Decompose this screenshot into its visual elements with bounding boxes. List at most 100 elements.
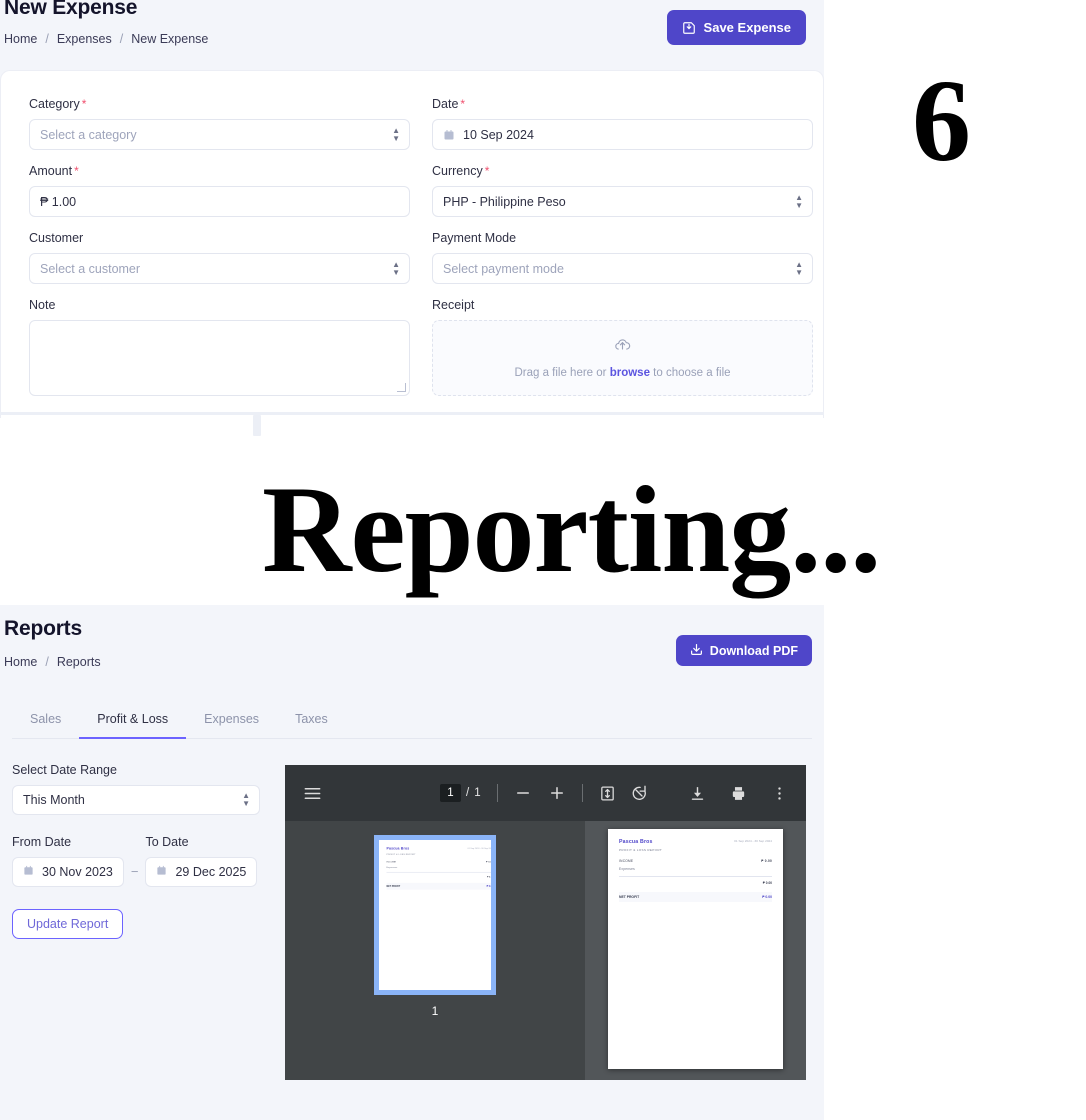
breadcrumb-home[interactable]: Home	[4, 32, 37, 46]
page-indicator[interactable]: 1 / 1	[440, 784, 481, 802]
date-inputs-row: From Date 30 Nov 2023 − To Date 29 Dec 2…	[12, 835, 274, 887]
payment-mode-label: Payment Mode	[432, 231, 517, 245]
tab-expenses[interactable]: Expenses	[186, 712, 277, 739]
thumb-report-subtitle: PROFIT & LOSS REPORT	[386, 852, 416, 856]
report-date-range: 01 Sep 2024 - 30 Sep 2024	[734, 839, 772, 843]
breadcrumb-current: New Expense	[131, 32, 209, 46]
pdf-page-thumbnail[interactable]: Pascua Bros PROFIT & LOSS REPORT 01 Sep …	[374, 835, 496, 995]
thumb-row-value: ₱ 0.00	[485, 860, 494, 863]
currency-value: PHP - Philippine Peso	[443, 194, 566, 209]
breadcrumb-separator: /	[119, 32, 124, 46]
note-textarea[interactable]	[29, 320, 410, 396]
field-customer: Customer Select a customer ▲ ▼	[29, 231, 410, 284]
field-currency: Currency * PHP - Philippine Peso ▲ ▼	[432, 164, 813, 217]
reports-breadcrumb-current: Reports	[56, 655, 101, 669]
from-date-label: From Date	[12, 835, 72, 849]
row-label: Expenses	[619, 866, 635, 871]
toolbar-divider	[581, 784, 583, 802]
plus-icon[interactable]	[548, 784, 566, 802]
date-range-separator: −	[130, 864, 139, 879]
breadcrumb-separator: /	[45, 655, 49, 669]
tab-profit-and-loss[interactable]: Profit & Loss	[79, 712, 187, 739]
toolbar-divider	[496, 784, 498, 802]
currency-label: Currency *	[432, 164, 490, 178]
field-receipt: Receipt Drag a file here or browse to ch…	[432, 298, 813, 396]
required-marker: *	[484, 164, 490, 178]
field-note: Note	[29, 298, 410, 396]
to-date-input[interactable]: 29 Dec 2025	[145, 857, 258, 887]
hamburger-menu-icon[interactable]	[303, 784, 322, 803]
reports-tabs: Sales Profit & Loss Expenses Taxes	[12, 697, 812, 739]
field-date: Date * 10 Sep 2024	[432, 97, 813, 150]
thumb-report-range: 01 Sep 2024 - 30 Sep 2024	[467, 846, 494, 850]
field-category: Category * Select a category ▲ ▼	[29, 97, 410, 150]
rotate-icon[interactable]	[630, 784, 648, 802]
thumb-net-value: ₱ 0.00	[486, 884, 494, 888]
browse-link[interactable]: browse	[610, 367, 650, 379]
tab-sales[interactable]: Sales	[12, 712, 79, 739]
amount-input[interactable]: ₱ 1.00	[29, 186, 410, 217]
chevron-updown-icon: ▲ ▼	[392, 259, 400, 277]
from-date-group: From Date 30 Nov 2023	[12, 835, 124, 887]
dropzone-text: Drag a file here or browse to choose a f…	[514, 367, 730, 379]
page-title: New Expense	[4, 0, 138, 19]
download-pdf-button[interactable]: Download PDF	[675, 635, 812, 666]
download-icon[interactable]	[689, 785, 706, 802]
reports-page-title: Reports	[4, 617, 82, 640]
customer-select[interactable]: Select a customer ▲ ▼	[29, 253, 410, 284]
company-name: Pascua Bros	[619, 839, 653, 845]
report-filters: Select Date Range This Month ▲ ▼ From Dat…	[12, 763, 274, 939]
report-divider	[619, 875, 772, 877]
from-date-input[interactable]: 30 Nov 2023	[12, 857, 124, 887]
customer-placeholder: Select a customer	[40, 261, 141, 276]
print-icon[interactable]	[730, 785, 747, 802]
pdf-toolbar: 1 / 1	[285, 765, 806, 821]
category-select[interactable]: Select a category ▲ ▼	[29, 119, 410, 150]
more-vertical-icon[interactable]	[771, 785, 788, 802]
from-date-value: 30 Nov 2023	[42, 865, 113, 879]
calendar-icon	[443, 129, 455, 141]
payment-mode-select[interactable]: Select payment mode ▲ ▼	[432, 253, 813, 284]
dropzone-text-before: Drag a file here or	[514, 367, 610, 379]
page-separator: /	[466, 787, 470, 799]
breadcrumb: Home / Expenses / New Expense	[4, 32, 208, 46]
breadcrumb-separator: /	[45, 32, 49, 46]
download-icon	[690, 643, 703, 659]
horizontal-scroll-rail[interactable]	[0, 412, 824, 415]
to-date-value: 29 Dec 2025	[175, 865, 247, 879]
screenshot-root: New Expense Home / Expenses / New Expens…	[0, 0, 1086, 1120]
receipt-label: Receipt	[432, 298, 475, 312]
update-report-button[interactable]: Update Report	[12, 909, 124, 939]
reports-breadcrumb-home[interactable]: Home	[4, 655, 37, 669]
report-subtitle: PROFIT & LOSS REPORT	[619, 847, 663, 852]
report-row-income: INCOME ₱ 0.00	[619, 859, 772, 863]
pdf-page[interactable]: Pascua Bros PROFIT & LOSS REPORT 01 Sep …	[608, 829, 783, 1069]
thumb-subtotal: ₱ 0.00	[486, 875, 494, 878]
calendar-icon	[23, 865, 34, 879]
date-value: 10 Sep 2024	[463, 127, 534, 142]
date-range-value: This Month	[23, 793, 85, 807]
thumb-company-name: Pascua Bros	[386, 846, 410, 851]
current-page-input[interactable]: 1	[440, 784, 461, 802]
total-pages: 1	[474, 787, 481, 799]
breadcrumb-expenses[interactable]: Expenses	[57, 32, 112, 46]
reports-breadcrumb: Home / Reports	[4, 655, 101, 669]
chevron-updown-icon: ▲ ▼	[795, 192, 803, 210]
pdf-body: Pascua Bros PROFIT & LOSS REPORT 01 Sep …	[285, 821, 806, 1080]
date-range-select[interactable]: This Month ▲ ▼	[12, 785, 260, 815]
thumbnail-page-number: 1	[431, 1004, 439, 1018]
save-expense-button[interactable]: Save Expense	[666, 10, 806, 45]
minus-icon[interactable]	[514, 784, 532, 802]
fit-page-icon[interactable]	[599, 785, 616, 802]
currency-select[interactable]: PHP - Philippine Peso ▲ ▼	[432, 186, 813, 217]
calendar-icon	[156, 865, 167, 879]
pdf-viewer: 1 / 1 Pascua Bros PROFIT & LOSS REPORT 0…	[285, 765, 806, 1080]
download-pdf-label: Download PDF	[709, 643, 798, 658]
receipt-dropzone[interactable]: Drag a file here or browse to choose a f…	[432, 320, 813, 396]
scrollbar-thumb[interactable]	[253, 415, 261, 436]
report-net-profit-row: NET PROFIT ₱ 0.00	[619, 891, 772, 902]
tab-taxes[interactable]: Taxes	[277, 712, 346, 739]
pdf-thumbnail-pane: Pascua Bros PROFIT & LOSS REPORT 01 Sep …	[285, 821, 585, 1080]
date-input[interactable]: 10 Sep 2024	[432, 119, 813, 150]
to-date-label: To Date	[145, 835, 189, 849]
